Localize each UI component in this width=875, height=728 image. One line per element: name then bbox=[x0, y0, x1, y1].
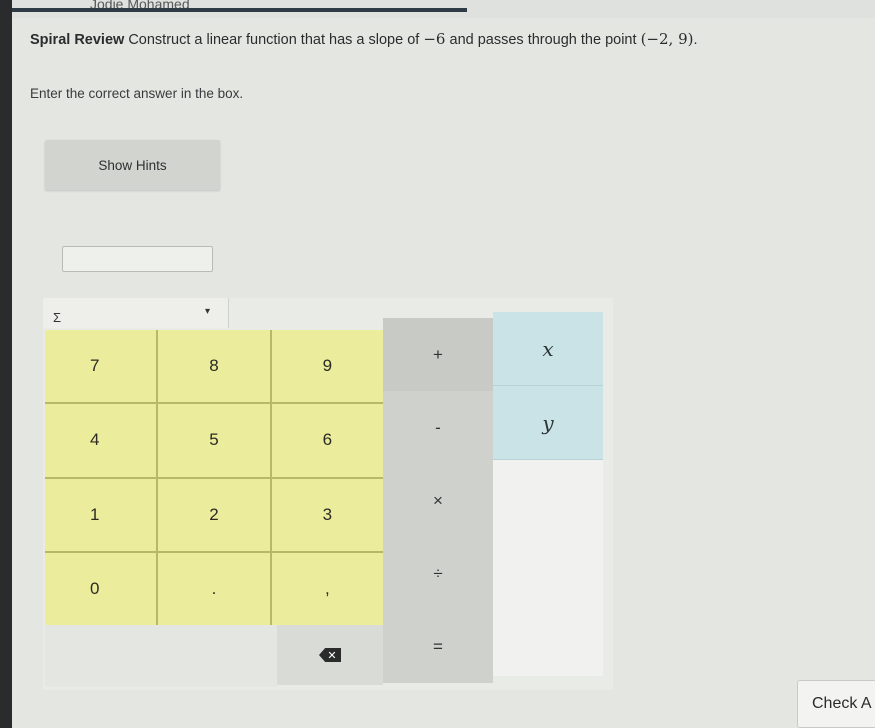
left-edge-strip bbox=[0, 0, 12, 728]
key-0[interactable]: 0 bbox=[45, 552, 157, 625]
key-7[interactable]: 7 bbox=[45, 330, 157, 403]
key-y[interactable]: y bbox=[493, 386, 603, 460]
digit-keys: 7 8 9 4 5 6 1 2 3 0 . , bbox=[45, 330, 383, 625]
question-text-before: Construct a linear function that has a s… bbox=[128, 32, 420, 48]
key-3[interactable]: 3 bbox=[271, 478, 383, 551]
key-comma[interactable]: , bbox=[271, 552, 383, 625]
key-8[interactable]: 8 bbox=[158, 330, 270, 403]
key-plus[interactable]: + bbox=[383, 318, 493, 391]
keypad-menu-toggle[interactable] bbox=[43, 298, 229, 328]
show-hints-button[interactable]: Show Hints bbox=[45, 140, 220, 190]
answer-input[interactable] bbox=[62, 246, 213, 272]
key-x[interactable]: x bbox=[493, 312, 603, 386]
variable-panel-blank bbox=[493, 460, 603, 676]
operator-keys: + - × ÷ = bbox=[383, 318, 493, 683]
key-times[interactable]: × bbox=[383, 464, 493, 537]
key-5[interactable]: 5 bbox=[158, 404, 270, 477]
slope-value: −6 bbox=[423, 30, 446, 48]
backspace-key[interactable]: ✕ bbox=[277, 625, 383, 685]
key-divide[interactable]: ÷ bbox=[383, 537, 493, 610]
key-6[interactable]: 6 bbox=[271, 404, 383, 477]
question-text: Spiral Review Construct a linear functio… bbox=[30, 30, 698, 48]
question-text-middle: and passes through the point bbox=[449, 32, 637, 48]
question-text-after: . bbox=[693, 32, 698, 48]
key-2[interactable]: 2 bbox=[158, 478, 270, 551]
key-decimal[interactable]: . bbox=[158, 552, 270, 625]
progress-rule bbox=[12, 8, 467, 12]
variable-keys: x y bbox=[493, 312, 603, 460]
keypad-bottom-spacer bbox=[45, 625, 277, 687]
sigma-icon[interactable]: Σ bbox=[53, 310, 61, 325]
question-label: Spiral Review bbox=[30, 32, 125, 48]
key-1[interactable]: 1 bbox=[45, 478, 157, 551]
key-9[interactable]: 9 bbox=[271, 330, 383, 403]
instruction-text: Enter the correct answer in the box. bbox=[30, 86, 244, 101]
key-4[interactable]: 4 bbox=[45, 404, 157, 477]
point-value: (−2, 9) bbox=[640, 30, 694, 48]
key-equals[interactable]: = bbox=[383, 610, 493, 683]
check-answer-button[interactable]: Check A bbox=[797, 680, 875, 728]
backspace-icon: ✕ bbox=[319, 648, 341, 662]
chevron-down-icon[interactable]: ▾ bbox=[205, 306, 210, 317]
key-minus[interactable]: - bbox=[383, 391, 493, 464]
